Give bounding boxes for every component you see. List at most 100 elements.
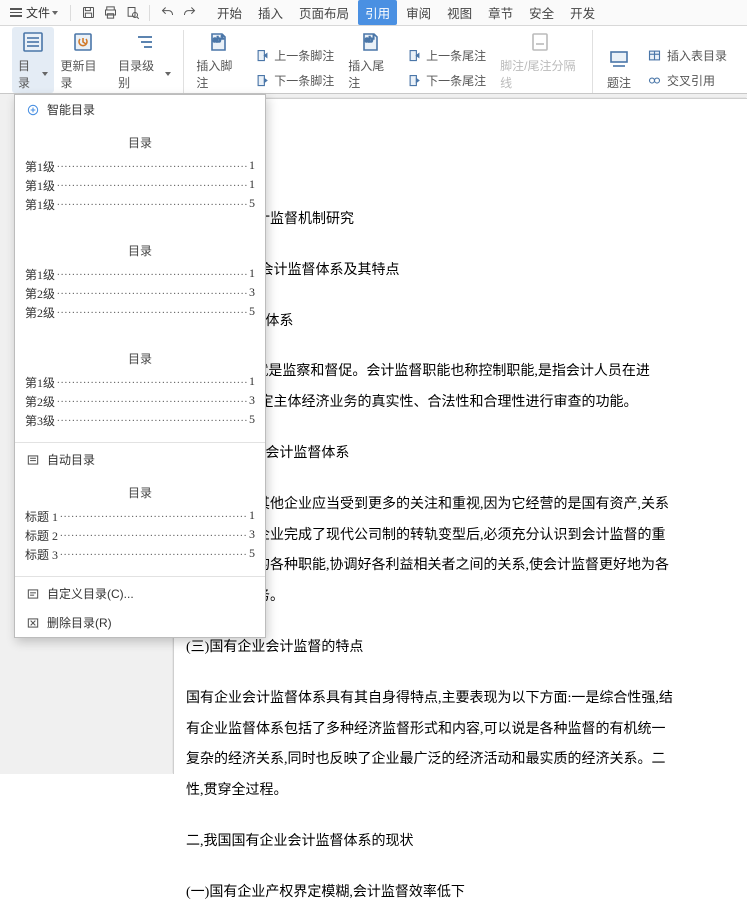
doc-line: 挥会计监督的各种职能,协调好各利益相关者之间的关系,使会计监督更好地为各 xyxy=(186,551,735,582)
toc-preset-row: 标题 11 xyxy=(25,507,255,526)
ribbon-group-toc: 目录 更新目录 目录级别 xyxy=(6,30,183,93)
tab-insert[interactable]: 插入 xyxy=(251,0,290,25)
toc-preset-row: 第1级1 xyxy=(25,157,255,176)
toc-preset-title: 目录 xyxy=(25,238,255,265)
doc-line: 国有企业会计监督机制研究 xyxy=(186,205,735,236)
tab-developer[interactable]: 开发 xyxy=(563,0,602,25)
chevron-down-icon xyxy=(42,72,48,76)
tab-review[interactable]: 审阅 xyxy=(399,0,438,25)
next-footnote-button[interactable]: 下一条脚注 xyxy=(250,70,338,91)
next-footnote-icon xyxy=(254,73,270,89)
insert-table-toc-button[interactable]: 插入表目录 xyxy=(643,45,731,66)
ribbon-group-footnote: ab1 插入脚注 上一条脚注 下一条脚注 abi 插入尾注 上一条尾注 xyxy=(183,30,592,93)
insert-footnote-button[interactable]: ab1 插入脚注 xyxy=(190,27,246,93)
insert-endnote-label: 插入尾注 xyxy=(348,57,392,91)
toc-label: 目录 xyxy=(18,57,40,91)
doc-line: (一)会计监督体系 xyxy=(186,307,735,338)
document-body: 国有企业会计监督机制研究 一,国有企业会计监督体系及其特点 (一)会计监督体系 … xyxy=(186,205,735,909)
chevron-down-icon xyxy=(52,11,58,15)
smart-toc-item[interactable]: 智能目录 xyxy=(15,95,265,124)
prev-endnote-icon xyxy=(406,48,422,64)
svg-text:ab: ab xyxy=(213,37,221,44)
redo-icon[interactable] xyxy=(178,2,200,24)
tab-chapter[interactable]: 章节 xyxy=(481,0,520,25)
delete-toc-item[interactable]: 删除目录(R) xyxy=(15,608,265,637)
insert-endnote-button[interactable]: abi 插入尾注 xyxy=(342,27,398,93)
toc-preset-row: 第2级3 xyxy=(25,392,255,411)
doc-line: 复杂的经济关系,同时也反映了企业最广泛的经济活动和最实质的经济关系。二 xyxy=(186,745,735,776)
doc-line: 者的利益服务。 xyxy=(186,582,735,613)
update-toc-button[interactable]: 更新目录 xyxy=(54,27,112,93)
next-footnote-label: 下一条脚注 xyxy=(274,72,334,89)
svg-text:ab: ab xyxy=(365,37,373,44)
update-toc-icon xyxy=(69,29,97,55)
doc-line: 国有企业会计监督体系具有其自身得特点,主要表现为以下方面:一是综合性强,结 xyxy=(186,684,735,715)
delete-toc-icon xyxy=(25,615,41,631)
toc-dropdown: 智能目录 目录 第1级1 第1级1 第1级5 目录 第1级1 第2级3 第2级5… xyxy=(14,94,266,638)
print-icon[interactable] xyxy=(99,2,121,24)
tab-start[interactable]: 开始 xyxy=(210,0,249,25)
doc-line: 二,我国国有企业会计监督体系的现状 xyxy=(186,827,735,858)
toc-preset-row: 第3级5 xyxy=(25,411,255,430)
toc-preset-title: 目录 xyxy=(25,346,255,373)
fn-separator-label: 脚注/尾注分隔线 xyxy=(500,57,580,91)
svg-text:1: 1 xyxy=(221,35,224,41)
save-icon[interactable] xyxy=(77,2,99,24)
caption-label: 题注 xyxy=(607,74,631,91)
cross-ref-icon xyxy=(647,73,663,89)
toc-preset-row: 第1级1 xyxy=(25,176,255,195)
toc-button[interactable]: 目录 xyxy=(12,27,54,93)
caption-icon xyxy=(605,46,633,72)
doc-line: (一)国有企业产权界定模糊,会计监督效率低下 xyxy=(186,878,735,909)
toc-preset-4[interactable]: 目录 标题 11 标题 23 标题 35 xyxy=(15,474,265,574)
update-toc-label: 更新目录 xyxy=(60,57,106,91)
fn-separator-button: 脚注/尾注分隔线 xyxy=(494,27,586,93)
custom-toc-item[interactable]: 自定义目录(C)... xyxy=(15,579,265,608)
prev-footnote-button[interactable]: 上一条脚注 xyxy=(250,45,338,66)
prev-footnote-label: 上一条脚注 xyxy=(274,47,334,64)
toc-level-label: 目录级别 xyxy=(118,57,163,91)
tab-view[interactable]: 视图 xyxy=(440,0,479,25)
auto-toc-item[interactable]: 自动目录 xyxy=(15,445,265,474)
next-endnote-button[interactable]: 下一条尾注 xyxy=(402,70,490,91)
chevron-down-icon xyxy=(165,72,171,76)
delete-toc-label: 删除目录(R) xyxy=(47,614,112,631)
toc-preset-row: 第2级5 xyxy=(25,303,255,322)
doc-line: “监督”指的就是监察和督促。会计监督职能也称控制职能,是指会计人员在进 xyxy=(186,357,735,388)
toc-preset-2[interactable]: 目录 第1级1 第2级3 第2级5 xyxy=(15,232,265,332)
cross-ref-button[interactable]: 交叉引用 xyxy=(643,70,731,91)
toc-preset-title: 目录 xyxy=(25,480,255,507)
insert-footnote-label: 插入脚注 xyxy=(196,57,240,91)
toc-preset-row: 第2级3 xyxy=(25,284,255,303)
toc-level-button[interactable]: 目录级别 xyxy=(112,27,177,93)
doc-line: 国有企业比其他企业应当受到更多的关注和重视,因为它经营的是国有资产,关系 xyxy=(186,490,735,521)
toc-preset-row: 第1级1 xyxy=(25,265,255,284)
workspace: 国有企业会计监督机制研究 一,国有企业会计监督体系及其特点 (一)会计监督体系 … xyxy=(0,94,747,774)
insert-table-toc-icon xyxy=(647,48,663,64)
prev-endnote-button[interactable]: 上一条尾注 xyxy=(402,45,490,66)
tab-security[interactable]: 安全 xyxy=(522,0,561,25)
ribbon: 目录 更新目录 目录级别 ab1 插入脚注 上一条脚注 xyxy=(0,26,747,94)
print-preview-icon[interactable] xyxy=(121,2,143,24)
custom-toc-icon xyxy=(25,586,41,602)
doc-line: (三)国有企业会计监督的特点 xyxy=(186,633,735,664)
prev-endnote-label: 上一条尾注 xyxy=(426,47,486,64)
file-menu-button[interactable]: 文件 xyxy=(4,2,64,23)
doc-line: (二)国有企业会计监督体系 xyxy=(186,439,735,470)
ribbon-group-caption: 题注 插入表目录 交叉引用 xyxy=(592,30,741,93)
menubar: 文件 开始 插入 页面布局 引用 审阅 视图 章节 安全 开发 xyxy=(0,0,747,26)
dropdown-separator xyxy=(15,576,265,577)
doc-line: 有企业监督体系包括了多种经济监督形式和内容,可以说是各种监督的有机统一 xyxy=(186,715,735,746)
prev-footnote-icon xyxy=(254,48,270,64)
undo-icon[interactable] xyxy=(156,2,178,24)
toc-icon xyxy=(19,29,47,55)
tab-pagelayout[interactable]: 页面布局 xyxy=(292,0,356,25)
caption-button[interactable]: 题注 xyxy=(599,44,639,93)
toc-preset-1[interactable]: 目录 第1级1 第1级1 第1级5 xyxy=(15,124,265,224)
toc-preset-3[interactable]: 目录 第1级1 第2级3 第3级5 xyxy=(15,340,265,440)
tab-references[interactable]: 引用 xyxy=(358,0,397,25)
toc-level-icon xyxy=(131,29,159,55)
auto-toc-label: 自动目录 xyxy=(47,451,95,468)
fn-separator-icon xyxy=(526,29,554,55)
svg-text:i: i xyxy=(373,35,374,41)
